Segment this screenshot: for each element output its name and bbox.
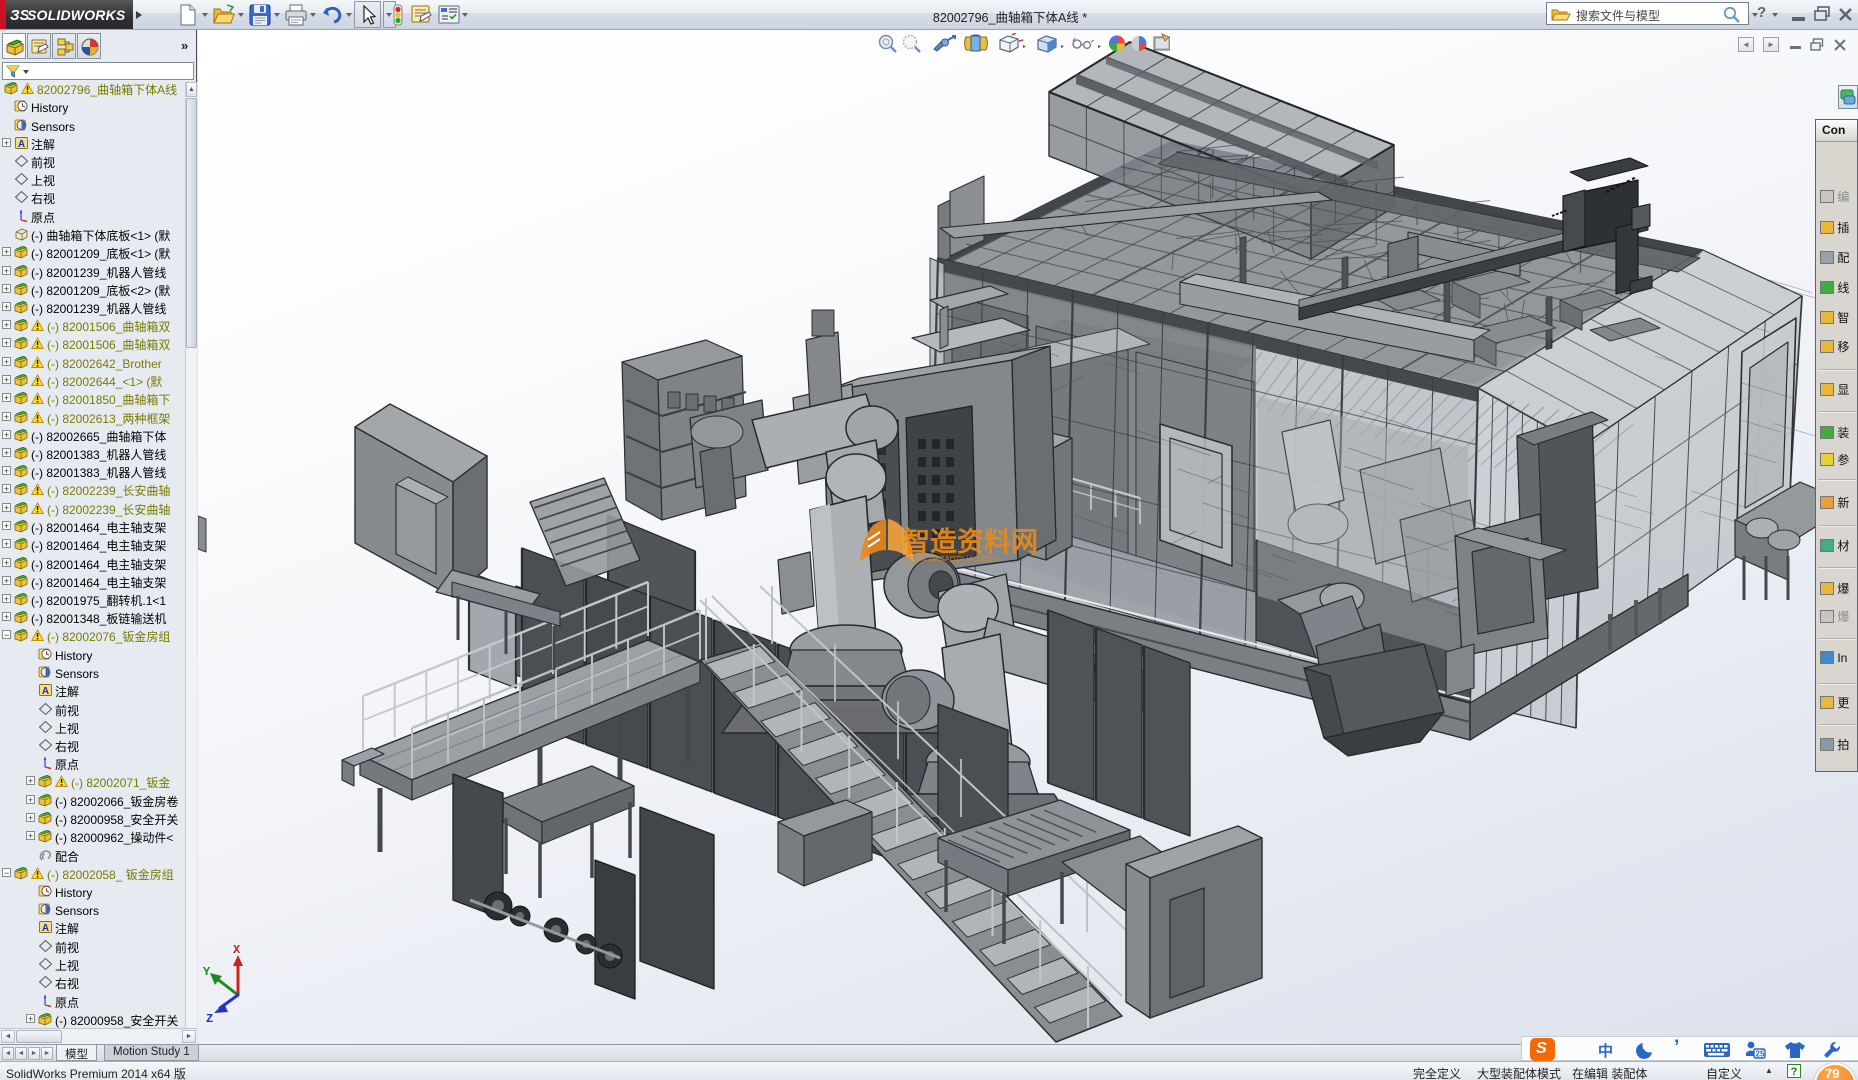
svg-text:25: 25 bbox=[1756, 1050, 1765, 1059]
svg-text:Z: Z bbox=[206, 1012, 213, 1026]
svg-text:ЗS: ЗS bbox=[10, 7, 28, 24]
svg-text:WWW.ZHIZAOZILIAO.COM: WWW.ZHIZAOZILIAO.COM bbox=[905, 554, 999, 563]
svg-text:A: A bbox=[42, 686, 49, 697]
svg-text:A: A bbox=[42, 923, 49, 934]
svg-text:X: X bbox=[233, 943, 241, 957]
svg-text:A: A bbox=[18, 139, 25, 150]
svg-text:智造资料网: 智造资料网 bbox=[903, 527, 1038, 557]
svg-text:Y: Y bbox=[203, 965, 211, 979]
